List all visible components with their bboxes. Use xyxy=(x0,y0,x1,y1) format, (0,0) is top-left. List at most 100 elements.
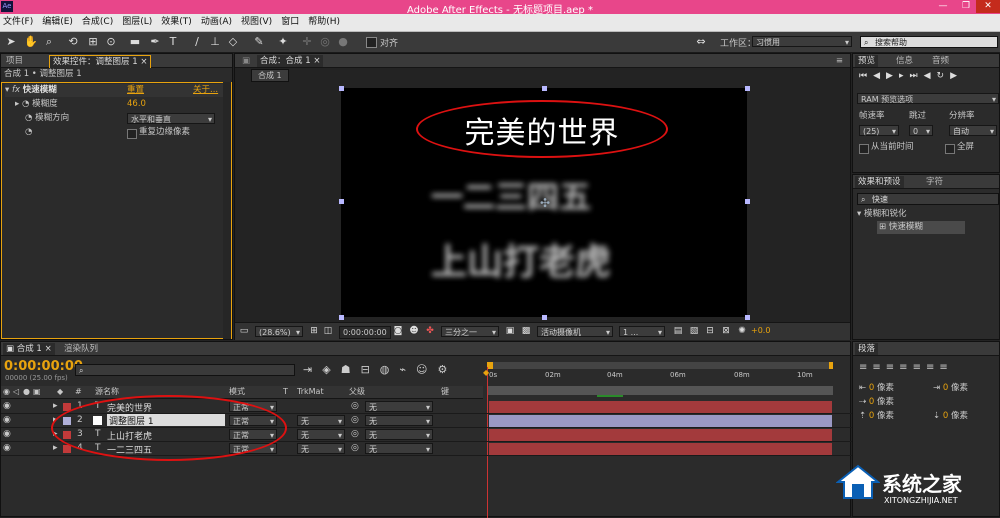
eye-icon[interactable]: ◉ xyxy=(3,415,11,425)
draft-3d-icon[interactable]: ⚙ xyxy=(437,363,457,376)
transform-handle[interactable] xyxy=(542,86,547,91)
prev-frame-icon[interactable]: ◀ xyxy=(873,71,886,81)
close-icon[interactable]: × xyxy=(313,56,320,66)
help-search-input[interactable]: ⌕ 搜索帮助 xyxy=(860,36,998,48)
pick-whip-icon[interactable]: ◎ xyxy=(351,429,359,439)
effect-about-button[interactable]: 关于... xyxy=(193,84,218,97)
menu-animation[interactable]: 动画(A) xyxy=(198,14,238,31)
clone-stamp-tool-icon[interactable]: ⊥ xyxy=(208,35,222,49)
snap-checkbox[interactable] xyxy=(366,37,377,48)
grid-icon[interactable]: ⊞ xyxy=(307,324,321,338)
layer-duration-bar[interactable] xyxy=(489,415,832,427)
brush-tool-icon[interactable]: ∕ xyxy=(190,35,204,49)
fast-preview-icon[interactable]: ▧ xyxy=(687,324,701,338)
tab-effect-controls[interactable]: 效果控件：调整图层 1 × xyxy=(49,55,152,68)
tab-character[interactable]: 字符 xyxy=(923,176,946,188)
menu-effect[interactable]: 效果(T) xyxy=(158,14,198,31)
transform-handle[interactable] xyxy=(745,86,750,91)
time-navigator[interactable] xyxy=(487,386,833,395)
menu-window[interactable]: 窗口 xyxy=(278,14,305,31)
roto-brush-tool-icon[interactable]: ✎ xyxy=(252,35,266,49)
justify-all-icon[interactable]: ≡ xyxy=(939,362,952,373)
tab-info[interactable]: 信息 xyxy=(893,55,916,67)
layer-duration-bar[interactable] xyxy=(489,401,832,413)
time-ruler[interactable]: 0s 02m 04m 06m 08m 10m xyxy=(487,362,833,398)
brainstorm-icon[interactable]: ☺ xyxy=(416,363,437,376)
lock-icon[interactable]: ▣ xyxy=(33,386,41,398)
pick-whip-icon[interactable]: ◎ xyxy=(351,443,359,453)
resolution-dropdown[interactable]: 三分之一 xyxy=(441,326,499,338)
expand-triangle-icon[interactable]: ▸ xyxy=(15,99,22,109)
expand-triangle-icon[interactable]: ▾ xyxy=(5,85,12,95)
stopwatch-icon[interactable]: ◔ xyxy=(25,113,35,123)
tab-paragraph[interactable]: 段落 xyxy=(855,343,879,355)
transform-handle[interactable] xyxy=(339,199,344,204)
flowchart-icon[interactable]: ⊠ xyxy=(719,324,733,338)
layer-parent-dropdown[interactable]: 无 xyxy=(365,429,433,441)
show-snapshot-icon[interactable]: ☻ xyxy=(407,324,421,338)
camera-dropdown[interactable]: 活动摄像机 xyxy=(537,326,613,338)
views-dropdown[interactable]: 1 ... xyxy=(619,326,665,338)
fx-icon[interactable]: fx xyxy=(12,85,20,95)
rotate-tool-icon[interactable]: ⟲ xyxy=(66,35,80,49)
blur-direction-dropdown[interactable]: 水平和垂直 xyxy=(127,113,215,125)
frame-blending-icon[interactable]: ⊟ xyxy=(361,363,380,376)
channel-icon[interactable]: ✤ xyxy=(423,324,437,338)
axis-local-icon[interactable]: ✛ xyxy=(300,35,314,49)
close-icon[interactable]: × xyxy=(140,57,147,67)
skip-dropdown[interactable]: 0 xyxy=(909,125,933,137)
effects-category[interactable]: ▾ 模糊和锐化 xyxy=(857,208,906,221)
comp-breadcrumb[interactable]: 合成 1 xyxy=(251,69,289,82)
toggle-pixel-icon[interactable]: ▤ xyxy=(671,324,685,338)
align-right-icon[interactable]: ≡ xyxy=(886,362,899,373)
camera-tool-icon[interactable]: ⊞ xyxy=(86,35,100,49)
from-current-checkbox[interactable] xyxy=(859,144,869,154)
exposure-value[interactable]: +0.0 xyxy=(751,326,770,335)
indent-right-value[interactable]: 0 xyxy=(943,383,948,393)
expand-triangle-icon[interactable]: ▸ xyxy=(53,401,58,411)
hand-tool-icon[interactable]: ✋ xyxy=(24,35,38,49)
tab-timeline-comp[interactable]: ▣ 合成 1 × xyxy=(3,343,55,355)
scrollbar[interactable] xyxy=(223,82,231,339)
align-left-icon[interactable]: ≡ xyxy=(859,362,872,373)
label-icon[interactable]: ◆ xyxy=(57,386,63,398)
resolution-dropdown[interactable]: 自动 xyxy=(949,125,997,137)
justify-last-center-icon[interactable]: ≡ xyxy=(913,362,926,373)
selection-tool-icon[interactable]: ➤ xyxy=(4,35,18,49)
close-icon[interactable]: ✕ xyxy=(976,0,1000,13)
tab-project[interactable]: 项目 xyxy=(3,55,26,67)
mask-icon[interactable]: ◫ xyxy=(321,324,335,338)
current-time-display[interactable]: 0:00:00:00 xyxy=(339,326,391,339)
tab-render-queue[interactable]: 渲染队列 xyxy=(61,343,101,355)
transform-handle[interactable] xyxy=(339,315,344,320)
menu-help[interactable]: 帮助(H) xyxy=(305,14,346,31)
workspace-dropdown[interactable]: 习惯用 xyxy=(752,36,852,48)
ram-preview-options[interactable]: RAM 预览选项 xyxy=(857,93,999,105)
indent-first-value[interactable]: 0 xyxy=(869,397,874,407)
workspace-icon[interactable]: ⇔ xyxy=(694,35,708,49)
menu-edit[interactable]: 编辑(E) xyxy=(39,14,79,31)
align-center-icon[interactable]: ≡ xyxy=(872,362,885,373)
effect-reset-button[interactable]: 重置 xyxy=(127,84,144,97)
header-name[interactable]: 源名称 xyxy=(95,386,119,398)
restore-icon[interactable]: ❐ xyxy=(955,0,977,13)
tab-composition[interactable]: 合成：合成 1 × xyxy=(257,55,324,67)
shape-tool-icon[interactable]: ▬ xyxy=(128,35,142,49)
zoom-tool-icon[interactable]: ⌕ xyxy=(42,35,56,49)
loop-icon[interactable]: ↻ xyxy=(937,71,951,81)
close-icon[interactable]: × xyxy=(45,344,52,354)
fullscreen-checkbox[interactable] xyxy=(945,144,955,154)
playhead-icon[interactable]: ◆ xyxy=(483,368,489,377)
anchor-point-icon[interactable]: ✣ xyxy=(540,196,550,210)
eye-icon[interactable]: ◉ xyxy=(3,386,10,398)
space-after-value[interactable]: 0 xyxy=(943,411,948,421)
repeat-edge-checkbox[interactable] xyxy=(127,129,137,139)
pan-behind-tool-icon[interactable]: ⊙ xyxy=(104,35,118,49)
zoom-dropdown[interactable]: (28.6%) xyxy=(255,326,303,338)
snapshot-icon[interactable]: ◙ xyxy=(391,324,405,338)
eye-icon[interactable]: ◉ xyxy=(3,443,11,453)
tab-audio[interactable]: 音频 xyxy=(929,55,952,67)
menu-view[interactable]: 视图(V) xyxy=(238,14,278,31)
effects-item-fast-blur[interactable]: ⊞ 快速模糊 xyxy=(877,221,965,234)
comp-viewer[interactable]: 完美的世界 一二三四五 上山打老虎 ✣ xyxy=(341,88,747,317)
